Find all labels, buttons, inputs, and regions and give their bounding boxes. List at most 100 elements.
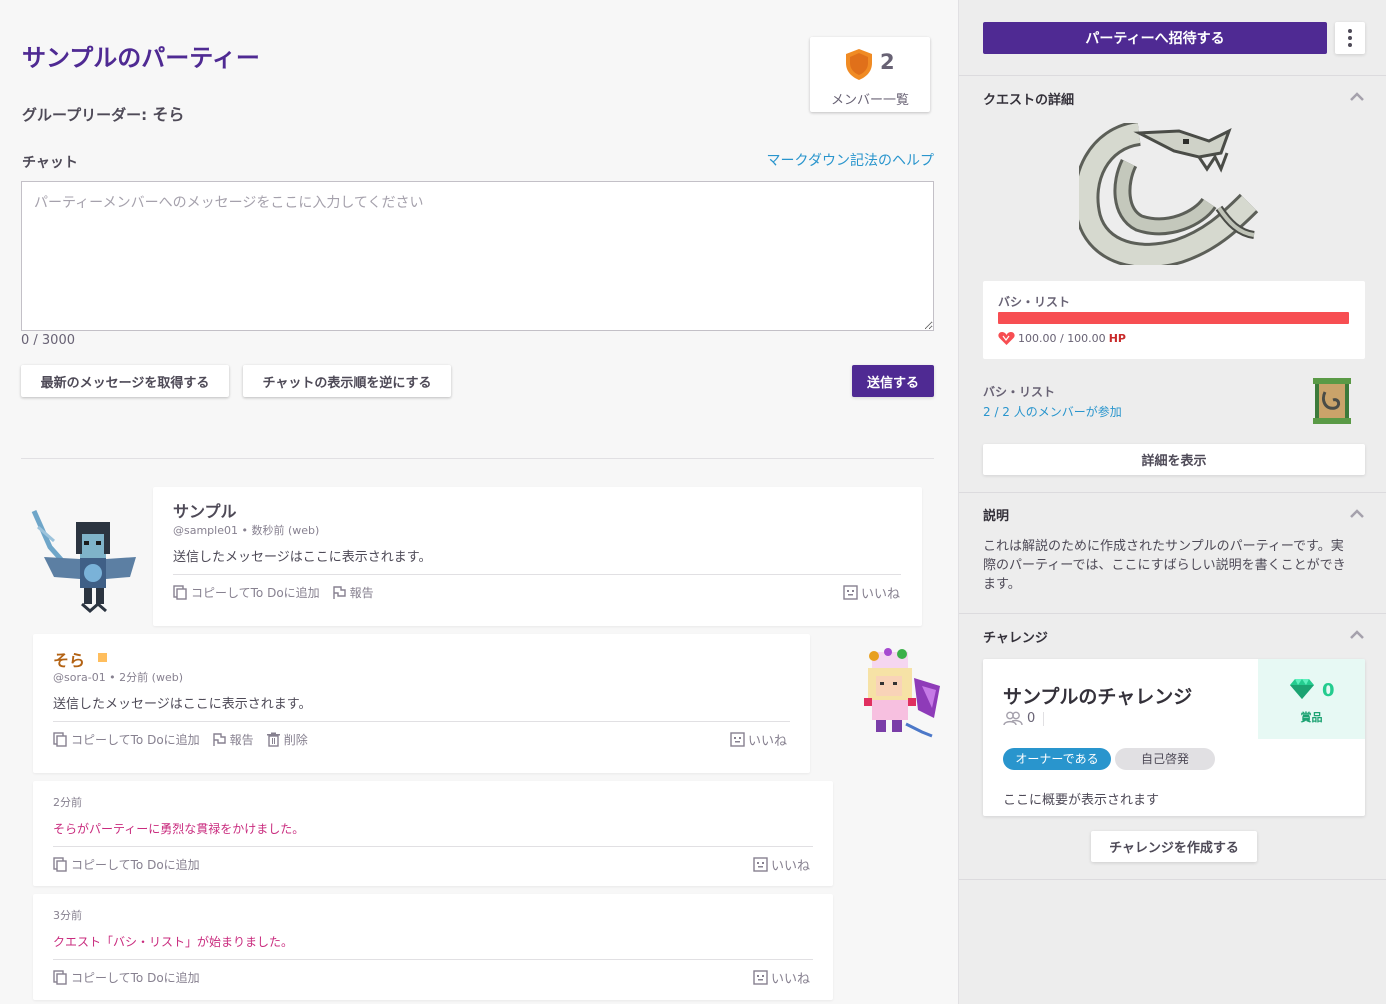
like-face-icon	[753, 857, 768, 872]
prize-value: 0	[1322, 680, 1335, 701]
delete-label: 削除	[283, 733, 308, 747]
chevron-up-icon[interactable]	[1350, 92, 1364, 101]
report-button[interactable]: 報告	[332, 584, 374, 601]
divider	[1043, 711, 1045, 726]
boss-name: バシ・リスト	[998, 295, 1071, 309]
like-face-icon	[753, 970, 768, 985]
boss-hp-value: 100.00 / 100.00	[1018, 332, 1106, 345]
system-message-text: そらがパーティーに勇烈な貫禄をかけました。	[53, 822, 305, 836]
chat-message: サンプル @sample01 • 数秒前 (web) 送信したメッセージはここに…	[153, 487, 922, 626]
shield-icon	[846, 49, 872, 80]
system-message: 2分前 そらがパーティーに勇烈な貫禄をかけました。 コピーしてTo Doに追加 …	[33, 781, 833, 886]
kebab-dot	[1348, 29, 1352, 33]
chat-input[interactable]	[21, 181, 934, 331]
divider	[959, 492, 1386, 493]
quest-boss-image	[1079, 123, 1259, 265]
divider	[53, 846, 813, 847]
member-count: 2	[880, 50, 895, 74]
divider	[959, 613, 1386, 614]
invite-to-party-button[interactable]: パーティーへ招待する	[983, 22, 1327, 54]
challenge-member-count-value: 0	[1027, 711, 1036, 726]
report-label: 報告	[229, 733, 254, 747]
kebab-dot	[1348, 43, 1352, 47]
system-message: 3分前 クエスト「バシ・リスト」が始まりました。 コピーしてTo Doに追加 い…	[33, 894, 833, 1000]
copy-to-todo-button[interactable]: コピーしてTo Doに追加	[53, 731, 200, 748]
message-author[interactable]: そら	[53, 647, 85, 671]
like-label: いいね	[771, 972, 811, 987]
copy-to-todo-label: コピーしてTo Doに追加	[71, 733, 200, 747]
system-message-text: クエスト「バシ・リスト」が始まりました。	[53, 935, 294, 949]
markdown-help-link[interactable]: マークダウン記法のヘルプ	[767, 150, 934, 170]
send-button[interactable]: 送信する	[852, 365, 934, 397]
message-author[interactable]: サンプル	[173, 498, 237, 522]
copy-icon	[53, 732, 67, 747]
message-meta: @sample01 • 数秒前 (web)	[173, 524, 320, 537]
copy-to-todo-label: コピーしてTo Doに追加	[71, 858, 200, 872]
report-label: 報告	[349, 586, 374, 600]
flag-icon	[212, 733, 226, 746]
copy-to-todo-button[interactable]: コピーしてTo Doに追加	[53, 856, 200, 873]
quest-scroll-icon	[1313, 378, 1351, 424]
copy-icon	[53, 857, 67, 872]
quest-members-joined[interactable]: 2 / 2 人のメンバーが参加	[983, 403, 1122, 420]
challenge-prize: 0 賞品	[1258, 659, 1365, 739]
copy-to-todo-button[interactable]: コピーしてTo Doに追加	[53, 969, 200, 986]
message-time: 3分前	[53, 909, 82, 922]
char-count: 0 / 3000	[21, 333, 75, 348]
party-sidebar: パーティーへ招待する クエストの詳細 バシ・リスト 100.00 / 100.0…	[958, 0, 1386, 1004]
divider	[173, 574, 901, 575]
party-description: これは解説のために作成されたサンプルのパーティーです。実際のパーティーでは、ここ…	[983, 539, 1346, 592]
message-meta: @sora-01 • 2分前 (web)	[53, 671, 183, 684]
party-main-panel: サンプルのパーティー グループリーダー: そら 2 メンバー一覧 チャット マー…	[0, 0, 958, 1004]
boss-health-panel: バシ・リスト 100.00 / 100.00 HP	[983, 281, 1365, 359]
kebab-dot	[1348, 36, 1352, 40]
avatar	[864, 648, 940, 738]
message-text: 送信したメッセージはここに表示されます。	[53, 697, 312, 712]
description-title: 説明	[983, 509, 1010, 524]
report-button[interactable]: 報告	[212, 731, 254, 748]
like-label: いいね	[861, 587, 901, 602]
like-button[interactable]: いいね	[730, 730, 787, 749]
copy-to-todo-button[interactable]: コピーしてTo Doに追加	[173, 584, 320, 601]
more-options-button[interactable]	[1335, 22, 1365, 54]
copy-to-todo-label: コピーしてTo Doに追加	[191, 586, 320, 600]
avatar	[31, 509, 136, 613]
boss-hp-bar	[998, 312, 1349, 324]
challenge-card[interactable]: サンプルのチャレンジ 0 0 賞品 オーナーである 自己啓発 ここに概要が表示さ…	[983, 659, 1365, 816]
heart-icon	[998, 331, 1015, 345]
boss-hp-unit: HP	[1108, 332, 1126, 345]
like-button[interactable]: いいね	[753, 855, 810, 874]
flag-icon	[332, 586, 346, 599]
divider	[53, 721, 790, 722]
gem-icon	[1290, 679, 1314, 699]
message-time: 2分前	[53, 796, 82, 809]
quest-details-title: クエストの詳細	[983, 93, 1075, 108]
delete-button[interactable]: 削除	[266, 731, 308, 748]
chat-label: チャット	[22, 155, 78, 171]
challenge-member-count: 0	[1003, 711, 1045, 726]
challenge-name: サンプルのチャレンジ	[1003, 686, 1193, 708]
trash-icon	[266, 732, 280, 747]
create-challenge-button[interactable]: チャレンジを作成する	[1091, 831, 1257, 862]
copy-icon	[173, 585, 187, 600]
like-button[interactable]: いいね	[753, 968, 810, 987]
like-button[interactable]: いいね	[843, 583, 900, 602]
fetch-messages-button[interactable]: 最新のメッセージを取得する	[21, 365, 229, 397]
reverse-chat-order-button[interactable]: チャットの表示順を逆にする	[243, 365, 451, 397]
member-list-button[interactable]: 2 メンバー一覧	[810, 37, 930, 112]
member-list-label: メンバー一覧	[830, 93, 909, 108]
challenge-summary: ここに概要が表示されます	[1003, 793, 1160, 808]
prize-label: 賞品	[1300, 711, 1323, 724]
divider	[21, 458, 934, 459]
like-label: いいね	[748, 734, 788, 749]
divider	[959, 75, 1386, 76]
chevron-up-icon[interactable]	[1350, 509, 1364, 518]
chevron-up-icon[interactable]	[1350, 630, 1364, 639]
users-icon	[1003, 711, 1023, 726]
show-details-button[interactable]: 詳細を表示	[983, 444, 1365, 475]
like-face-icon	[843, 585, 858, 600]
copy-icon	[53, 970, 67, 985]
tier-badge-icon	[98, 653, 107, 662]
chat-message: そら @sora-01 • 2分前 (web) 送信したメッセージはここに表示さ…	[33, 634, 810, 773]
boss-hp-readout: 100.00 / 100.00 HP	[998, 331, 1126, 346]
